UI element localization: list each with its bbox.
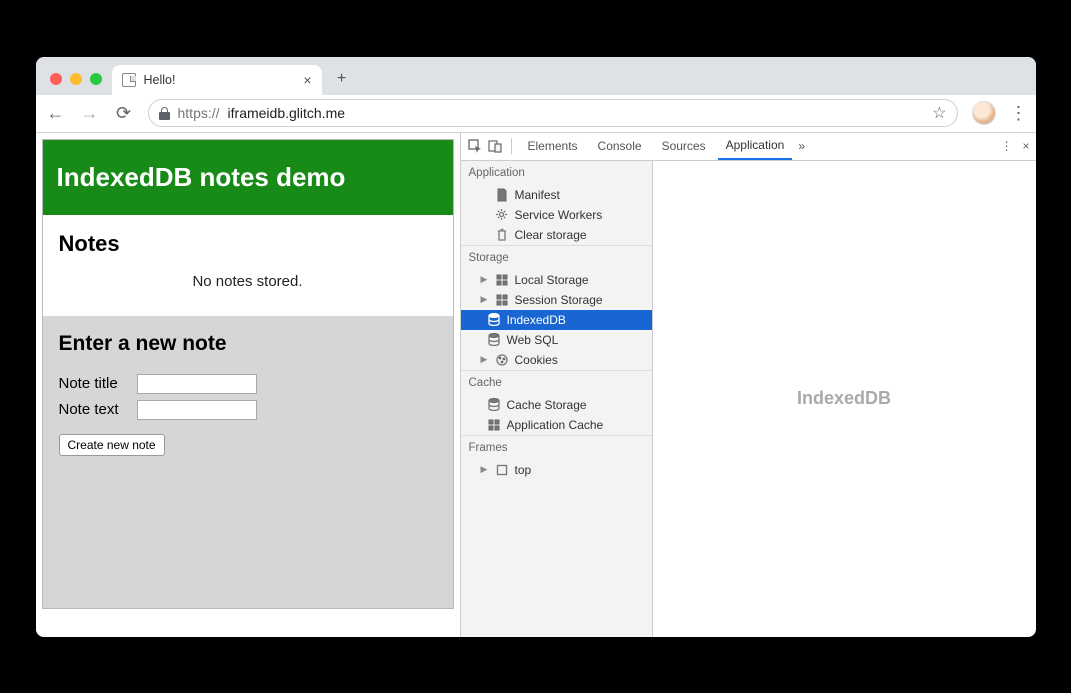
database-icon <box>487 398 501 412</box>
sidebar-item-web-sql[interactable]: Web SQL <box>461 330 652 350</box>
note-title-label: Note title <box>59 375 131 392</box>
page-title: IndexedDB notes demo <box>43 140 453 215</box>
content-area: IndexedDB notes demo Notes No notes stor… <box>36 133 1036 637</box>
database-icon <box>487 333 501 347</box>
bookmark-star-icon[interactable]: ☆ <box>932 103 946 123</box>
sidebar-item-service-workers[interactable]: Service Workers <box>461 205 652 225</box>
new-note-form: Enter a new note Note title Note text Cr… <box>43 316 453 608</box>
address-bar[interactable]: https:// iframeidb.glitch.me ☆ <box>148 99 958 127</box>
back-button[interactable]: ← <box>46 103 66 124</box>
sidebar-item-top-frame[interactable]: ▶ top <box>461 460 652 480</box>
window-controls <box>46 73 112 95</box>
note-text-input[interactable] <box>137 400 257 420</box>
devtools-menu-button[interactable]: ⋮ <box>1000 139 1012 153</box>
sidebar-item-clear-storage[interactable]: Clear storage <box>461 225 652 245</box>
gear-icon <box>495 208 509 222</box>
browser-tab[interactable]: Hello! × <box>112 65 322 95</box>
frame-icon <box>495 463 509 477</box>
sidebar-item-manifest[interactable]: Manifest <box>461 185 652 205</box>
close-tab-button[interactable]: × <box>303 72 311 88</box>
browser-menu-button[interactable]: ⋮ <box>1010 103 1026 124</box>
application-sidebar: Application Manifest Service Workers <box>461 161 653 637</box>
note-text-label: Note text <box>59 401 131 418</box>
cookie-icon <box>495 353 509 367</box>
group-frames: Frames <box>461 435 652 460</box>
demo-container: IndexedDB notes demo Notes No notes stor… <box>42 139 454 609</box>
tab-elements[interactable]: Elements <box>520 132 586 160</box>
lock-icon <box>159 107 170 120</box>
tab-title: Hello! <box>144 73 176 87</box>
minimize-window-button[interactable] <box>70 73 82 85</box>
profile-avatar[interactable] <box>972 101 996 125</box>
close-window-button[interactable] <box>50 73 62 85</box>
sidebar-item-cookies[interactable]: ▶ Cookies <box>461 350 652 370</box>
device-toolbar-icon[interactable] <box>487 138 503 154</box>
notes-heading: Notes <box>59 231 437 257</box>
document-icon <box>495 188 509 202</box>
sidebar-item-application-cache[interactable]: Application Cache <box>461 415 652 435</box>
trash-icon <box>495 228 509 242</box>
notes-section: Notes No notes stored. <box>43 215 453 316</box>
main-placeholder-text: IndexedDB <box>797 388 891 409</box>
tab-sources[interactable]: Sources <box>654 132 714 160</box>
storage-grid-icon <box>487 418 501 432</box>
browser-window: Hello! × + ← → ⟳ https:// iframeidb.glitc… <box>36 57 1036 637</box>
storage-grid-icon <box>495 273 509 287</box>
sidebar-item-indexeddb[interactable]: IndexedDB <box>461 310 652 330</box>
devtools-panel: Elements Console Sources Application » ⋮… <box>460 133 1036 637</box>
url-scheme: https:// <box>178 105 220 121</box>
sidebar-item-local-storage[interactable]: ▶ Local Storage <box>461 270 652 290</box>
tab-strip: Hello! × + <box>36 57 1036 95</box>
create-note-button[interactable]: Create new note <box>59 434 165 456</box>
note-title-input[interactable] <box>137 374 257 394</box>
group-cache: Cache <box>461 370 652 395</box>
browser-toolbar: ← → ⟳ https:// iframeidb.glitch.me ☆ ⋮ <box>36 95 1036 133</box>
tab-application[interactable]: Application <box>718 132 793 160</box>
storage-grid-icon <box>495 293 509 307</box>
rendered-page: IndexedDB notes demo Notes No notes stor… <box>36 133 460 637</box>
reload-button[interactable]: ⟳ <box>114 103 134 124</box>
group-storage: Storage <box>461 245 652 270</box>
inspect-element-icon[interactable] <box>467 138 483 154</box>
url-host: iframeidb.glitch.me <box>228 105 346 121</box>
tab-console[interactable]: Console <box>590 132 650 160</box>
forward-button[interactable]: → <box>80 103 100 124</box>
sidebar-item-cache-storage[interactable]: Cache Storage <box>461 395 652 415</box>
form-heading: Enter a new note <box>59 332 437 356</box>
empty-state: No notes stored. <box>59 269 437 300</box>
devtools-main-pane: IndexedDB <box>653 161 1036 637</box>
group-application: Application <box>461 161 652 185</box>
new-tab-button[interactable]: + <box>328 65 356 93</box>
fullscreen-window-button[interactable] <box>90 73 102 85</box>
devtools-close-button[interactable]: × <box>1022 139 1029 153</box>
sidebar-item-session-storage[interactable]: ▶ Session Storage <box>461 290 652 310</box>
file-icon <box>122 73 136 87</box>
more-tabs-button[interactable]: » <box>798 139 805 153</box>
database-icon <box>487 313 501 327</box>
devtools-tabbar: Elements Console Sources Application » ⋮… <box>461 133 1036 161</box>
